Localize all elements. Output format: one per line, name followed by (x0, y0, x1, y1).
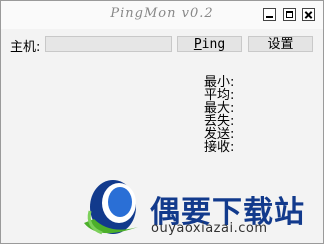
host-input[interactable] (45, 36, 172, 52)
ping-button[interactable]: Ping (177, 36, 242, 52)
watermark-url: ouyaoxiazai.com (151, 221, 268, 236)
settings-button[interactable]: 设置 (248, 36, 313, 52)
maximize-icon[interactable] (283, 8, 296, 21)
ping-mnemonic: P (193, 37, 202, 52)
host-label: 主机: (10, 40, 41, 55)
stats-panel: 最小: 平均: 最大: 丢失: 发送: 接收: (204, 76, 234, 154)
title-bar[interactable]: PingMon v0.2 (1, 1, 323, 29)
ping-label: ing (201, 37, 226, 52)
minimize-icon[interactable] (263, 8, 276, 21)
close-icon[interactable] (302, 8, 315, 21)
stat-recv-label: 接收: (204, 140, 235, 155)
